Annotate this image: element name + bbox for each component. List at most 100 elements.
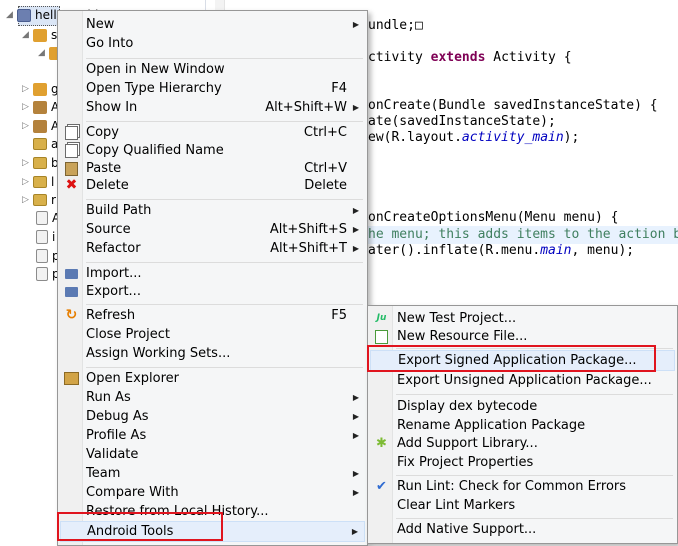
menu-item-debug-as[interactable]: Debug As ▶ xyxy=(60,407,365,426)
folder-icon xyxy=(33,194,47,206)
library-icon xyxy=(33,100,47,114)
tree-item-label: l xyxy=(51,175,55,189)
menu-item-copy-qualified-name[interactable]: Copy Qualified Name xyxy=(60,141,365,160)
code-line: he menu; this adds items to the action b… xyxy=(368,227,678,242)
collapse-arrow-icon[interactable]: ◢ xyxy=(22,31,30,40)
menu-item-run-as[interactable]: Run As ▶ xyxy=(60,388,365,407)
collapse-arrow-icon[interactable]: ◢ xyxy=(38,49,46,58)
code-line: ater().inflate(R.menu.main, menu); xyxy=(368,243,635,258)
menu-item-open-in-new-window[interactable]: Open in New Window xyxy=(60,60,365,79)
menu-separator xyxy=(86,304,363,305)
tree-item-label: i xyxy=(52,230,56,244)
menu-item-export[interactable]: Export... xyxy=(60,282,365,301)
menu-item-assign-working-sets[interactable]: Assign Working Sets... xyxy=(60,344,365,363)
tree-item-bin[interactable]: ▷ b xyxy=(22,154,59,172)
menu-item-go-into[interactable]: Go Into xyxy=(60,34,365,53)
tree-item-assets[interactable]: a xyxy=(33,135,58,153)
annotation-box-android-tools xyxy=(57,512,223,541)
menu-item-close-project[interactable]: Close Project xyxy=(60,325,365,344)
menu-item-export-unsigned-application-package[interactable]: Export Unsigned Application Package... xyxy=(370,371,675,390)
menu-item-refactor[interactable]: Refactor Alt+Shift+T ▶ xyxy=(60,239,365,258)
menu-item-new[interactable]: New ▶ xyxy=(60,15,365,34)
submenu-arrow-icon: ▶ xyxy=(352,244,359,253)
tree-item-src[interactable]: ◢ s xyxy=(22,26,57,44)
menu-separator xyxy=(86,367,363,368)
submenu-arrow-icon: ▶ xyxy=(351,527,358,536)
submenu-arrow-icon: ▶ xyxy=(352,412,359,421)
tree-item-lib1[interactable]: ▷ A xyxy=(22,98,59,116)
file-icon xyxy=(36,230,48,244)
tree-item-libs[interactable]: ▷ l xyxy=(22,173,54,191)
menu-item-add-support-library[interactable]: ✱ Add Support Library... xyxy=(370,434,675,453)
project-icon xyxy=(17,8,31,22)
expand-arrow-icon[interactable]: ▷ xyxy=(22,122,30,131)
export-icon xyxy=(64,284,79,299)
menu-item-profile-as[interactable]: Profile As ▶ xyxy=(60,426,365,445)
menu-item-source[interactable]: Source Alt+Shift+S ▶ xyxy=(60,220,365,239)
android-icon: ✱ xyxy=(376,436,387,451)
menu-separator xyxy=(396,394,673,395)
menu-item-add-native-support[interactable]: Add Native Support... xyxy=(370,520,675,539)
file-icon xyxy=(36,211,48,225)
menu-item-new-resource-file[interactable]: New Resource File... xyxy=(370,327,675,346)
menu-item-open-type-hierarchy[interactable]: Open Type Hierarchy F4 xyxy=(60,79,365,98)
code-line: onCreateOptionsMenu(Menu menu) { xyxy=(368,210,619,225)
submenu-arrow-icon: ▶ xyxy=(352,469,359,478)
menu-separator xyxy=(86,262,363,263)
menu-item-compare-with[interactable]: Compare With ▶ xyxy=(60,483,365,502)
menu-item-team[interactable]: Team ▶ xyxy=(60,464,365,483)
tree-item-file[interactable]: i xyxy=(36,228,55,246)
expand-arrow-icon[interactable]: ▷ xyxy=(22,159,30,168)
collapse-arrow-icon[interactable]: ◢ xyxy=(6,11,14,20)
menu-item-fix-project-properties[interactable]: Fix Project Properties xyxy=(370,453,675,472)
lint-check-icon: ✔ xyxy=(376,479,387,494)
refresh-icon: ↻ xyxy=(65,307,78,323)
expand-arrow-icon[interactable]: ▷ xyxy=(22,85,30,94)
submenu-arrow-icon: ▶ xyxy=(352,393,359,402)
menu-item-rename-application-package[interactable]: Rename Application Package xyxy=(370,416,675,435)
expand-arrow-icon[interactable]: ▷ xyxy=(22,178,30,187)
menu-item-validate[interactable]: Validate xyxy=(60,445,365,464)
tree-item-res[interactable]: ▷ r xyxy=(22,191,56,209)
menu-separator xyxy=(86,121,363,122)
menu-item-new-test-project[interactable]: Ju New Test Project... xyxy=(370,309,675,328)
menu-item-refresh[interactable]: ↻ Refresh F5 xyxy=(60,306,365,325)
folder-icon xyxy=(33,138,47,150)
menu-item-delete[interactable]: ✖ Delete Delete xyxy=(60,176,365,195)
expand-arrow-icon[interactable]: ▷ xyxy=(22,103,30,112)
menu-item-run-lint[interactable]: ✔ Run Lint: Check for Common Errors xyxy=(370,477,675,496)
file-icon xyxy=(36,267,48,281)
file-icon xyxy=(36,249,48,263)
junit-icon: Ju xyxy=(376,313,387,323)
menu-item-display-dex-bytecode[interactable]: Display dex bytecode xyxy=(370,397,675,416)
copy-icon xyxy=(64,125,79,140)
menu-separator xyxy=(86,199,363,200)
resource-file-icon xyxy=(374,329,389,344)
menu-item-copy[interactable]: Copy Ctrl+C xyxy=(60,123,365,142)
menu-item-import[interactable]: Import... xyxy=(60,264,365,283)
tree-item-gen[interactable]: ▷ g xyxy=(22,80,59,98)
code-line: ew(R.layout.activity_main); xyxy=(368,130,580,145)
copy-icon xyxy=(64,143,79,158)
context-menu: New ▶ Go Into Open in New Window Open Typ… xyxy=(57,10,368,546)
annotation-box-export-signed xyxy=(367,345,656,372)
submenu-arrow-icon: ▶ xyxy=(352,488,359,497)
submenu-arrow-icon: ▶ xyxy=(352,206,359,215)
menu-separator xyxy=(86,58,363,59)
tree-item-lib2[interactable]: ▷ A xyxy=(22,117,59,135)
source-folder-icon xyxy=(33,82,47,96)
library-icon xyxy=(33,119,47,133)
menu-item-build-path[interactable]: Build Path ▶ xyxy=(60,201,365,220)
tree-item-label: r xyxy=(51,193,56,207)
import-icon xyxy=(64,266,79,281)
menu-item-open-explorer[interactable]: Open Explorer xyxy=(60,369,365,388)
android-tools-submenu: Ju New Test Project... New Resource File.… xyxy=(367,305,678,544)
code-line: undle;□ xyxy=(368,18,423,33)
submenu-arrow-icon: ▶ xyxy=(352,103,359,112)
menu-item-show-in[interactable]: Show In Alt+Shift+W ▶ xyxy=(60,98,365,117)
expand-arrow-icon[interactable]: ▷ xyxy=(22,196,30,205)
code-line: ctivity extends Activity { xyxy=(368,50,572,65)
folder-icon xyxy=(33,157,47,169)
submenu-arrow-icon: ▶ xyxy=(352,225,359,234)
menu-item-clear-lint-markers[interactable]: Clear Lint Markers xyxy=(370,496,675,515)
